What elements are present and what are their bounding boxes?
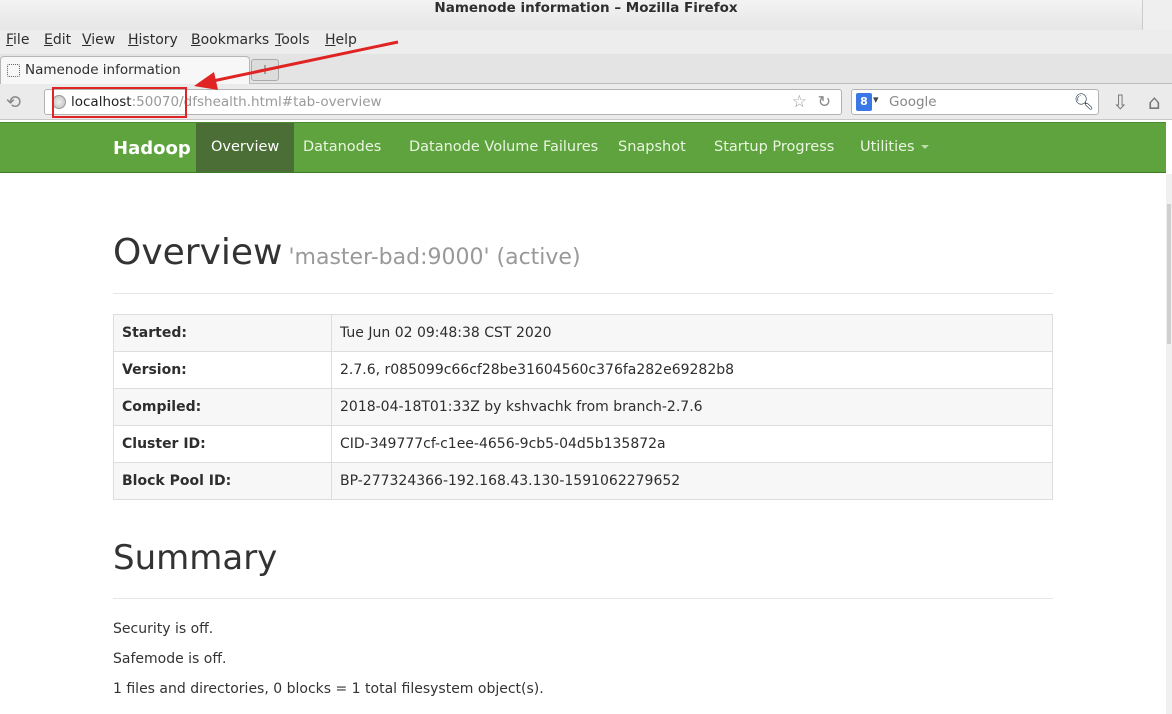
nav-snapshot[interactable]: Snapshot [603, 123, 701, 172]
search-engine-icon[interactable]: 8 [856, 93, 872, 111]
divider [113, 293, 1053, 294]
chevron-down-icon[interactable]: ▾ [873, 93, 879, 106]
window-title: Namenode information – Mozilla Firefox [434, 0, 738, 16]
menu-bar: File Edit View History Bookmarks Tools H… [0, 30, 1172, 54]
menu-help[interactable]: Help [325, 32, 357, 48]
nav-utilities-label: Utilities [860, 139, 915, 155]
hadoop-navbar: Hadoop Overview Datanodes Datanode Volum… [0, 122, 1166, 173]
row-key: Cluster ID: [113, 425, 332, 463]
reload-icon[interactable]: ↻ [818, 92, 831, 111]
nav-datanode-volume-failures[interactable]: Datanode Volume Failures [394, 123, 613, 172]
row-key: Started: [113, 314, 332, 352]
search-placeholder: Google [889, 94, 937, 110]
annotation-highlight-box [52, 87, 187, 118]
table-row: Started: Tue Jun 02 09:48:38 CST 2020 [113, 314, 1053, 352]
menu-file[interactable]: File [6, 32, 29, 48]
magnifier-icon[interactable]: 🔍︎ [1074, 92, 1094, 111]
nav-datanodes[interactable]: Datanodes [288, 123, 396, 172]
menu-edit[interactable]: Edit [44, 32, 71, 48]
table-row: Cluster ID: CID-349777cf-c1ee-4656-9cb5-… [113, 425, 1053, 463]
scrollbar-thumb[interactable] [1167, 204, 1171, 344]
menu-history[interactable]: History [128, 32, 178, 48]
row-value: 2.7.6, r085099c66cf28be31604560c376fa282… [331, 351, 1053, 389]
tab-strip: Namenode information + [0, 54, 1172, 84]
divider [113, 598, 1053, 599]
table-row: Version: 2.7.6, r085099c66cf28be31604560… [113, 351, 1053, 389]
summary-line: Security is off. [113, 621, 214, 637]
row-value: BP-277324366-192.168.43.130-159106227965… [331, 462, 1053, 500]
download-icon[interactable]: ⇩ [1112, 90, 1129, 114]
menu-view[interactable]: View [82, 32, 115, 48]
nav-startup-progress[interactable]: Startup Progress [699, 123, 849, 172]
page-icon [7, 64, 20, 77]
home-icon[interactable]: ⌂ [1148, 90, 1161, 114]
row-key: Compiled: [113, 388, 332, 426]
row-value: Tue Jun 02 09:48:38 CST 2020 [331, 314, 1053, 352]
back-arrow-icon[interactable]: ⟲ [6, 92, 21, 113]
overview-table: Started: Tue Jun 02 09:48:38 CST 2020 Ve… [113, 314, 1053, 500]
summary-line: 1 files and directories, 0 blocks = 1 to… [113, 681, 544, 697]
table-row: Compiled: 2018-04-18T01:33Z by kshvachk … [113, 388, 1053, 426]
window-titlebar: Namenode information – Mozilla Firefox [0, 0, 1172, 30]
new-tab-button[interactable]: + [251, 59, 279, 81]
row-key: Version: [113, 351, 332, 389]
table-row: Block Pool ID: BP-277324366-192.168.43.1… [113, 462, 1053, 500]
summary-heading: Summary [113, 538, 278, 578]
star-icon[interactable]: ☆ [792, 92, 807, 112]
row-value: 2018-04-18T01:33Z by kshvachk from branc… [331, 388, 1053, 426]
nav-overview[interactable]: Overview [196, 123, 295, 172]
nav-utilities[interactable]: Utilities [845, 123, 944, 172]
hadoop-brand[interactable]: Hadoop [113, 138, 191, 159]
tab-namenode[interactable]: Namenode information [0, 56, 250, 84]
menu-tools[interactable]: Tools [275, 32, 310, 48]
row-key: Block Pool ID: [113, 462, 332, 500]
row-value: CID-349777cf-c1ee-4656-9cb5-04d5b135872a [331, 425, 1053, 463]
search-bar[interactable]: 8 ▾ Google 🔍︎ [851, 89, 1099, 115]
page-scrollbar[interactable] [1166, 174, 1172, 714]
menu-bookmarks[interactable]: Bookmarks [191, 32, 269, 48]
window-edge [1142, 0, 1172, 30]
summary-line: Safemode is off. [113, 651, 227, 667]
overview-title: Overview [113, 232, 283, 273]
tab-title: Namenode information [25, 62, 181, 78]
overview-heading: Overview'master-bad:9000' (active) [113, 232, 581, 273]
caret-down-icon [920, 145, 929, 149]
overview-subtitle: 'master-bad:9000' (active) [288, 245, 581, 270]
